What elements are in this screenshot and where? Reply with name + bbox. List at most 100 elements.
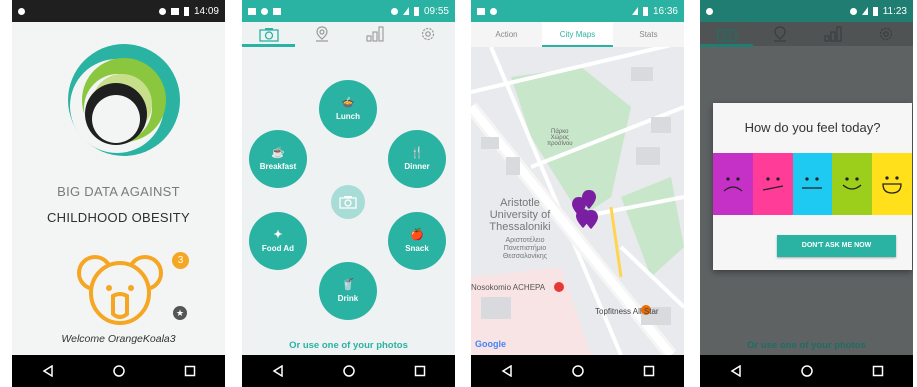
use-photos-link[interactable]: Or use one of your photos	[242, 340, 455, 351]
screen-city-map: 16:36 Action City Maps Stats Πάρκο Χώρος…	[471, 0, 684, 387]
mood-very-sad[interactable]	[713, 153, 753, 215]
tab-settings[interactable]	[402, 22, 455, 46]
tab-camera	[700, 22, 753, 46]
map-pin-icon	[315, 26, 328, 42]
status-bar: 14:09	[12, 0, 225, 22]
mood-options	[713, 153, 912, 215]
snack-icon: 🍎	[410, 228, 424, 241]
android-icon	[490, 7, 497, 15]
food-ad-button[interactable]: ✦ Food Ad	[249, 212, 307, 270]
recents-icon[interactable]	[866, 359, 890, 383]
dinner-icon: 🍴	[410, 146, 424, 159]
tab-camera[interactable]	[242, 22, 295, 46]
camera-icon	[339, 196, 357, 209]
drink-button[interactable]: 🥤 Drink	[319, 262, 377, 320]
star-badge-icon: ★	[173, 306, 187, 320]
title-line-2: CHILDHOOD OBESITY	[46, 210, 191, 225]
status-bar: 09:55	[242, 0, 455, 22]
lunch-button[interactable]: 🍲 Lunch	[319, 80, 377, 138]
park-label: Πάρκο Χώρος προσίνου	[547, 129, 573, 147]
home-icon[interactable]	[566, 359, 590, 383]
battery-icon	[872, 6, 878, 16]
title-line-1: BIG DATA AGAINST	[57, 184, 180, 199]
home-icon[interactable]	[337, 359, 361, 383]
recents-icon[interactable]	[178, 359, 202, 383]
active-tab-indicator	[700, 44, 753, 47]
tab-city-maps[interactable]: City Maps	[542, 22, 613, 47]
wifi-icon	[402, 7, 409, 15]
mood-dialog: How do you feel today? DON'T ASK ME NOW	[713, 103, 912, 270]
food-ad-label: Food Ad	[261, 243, 295, 253]
notification-badge: 3	[172, 252, 189, 269]
university-label: Aristotle University of Thessaloniki	[489, 197, 551, 233]
main-tabbar	[700, 22, 913, 46]
back-icon[interactable]	[36, 359, 60, 383]
android-navbar	[242, 355, 455, 387]
mood-sad[interactable]	[752, 153, 793, 215]
center-camera-button[interactable]	[331, 185, 365, 219]
breakfast-button[interactable]: ☕ Breakfast	[249, 130, 307, 188]
status-bar: 16:36	[471, 0, 684, 22]
battery-icon	[413, 6, 419, 16]
recents-icon[interactable]	[637, 359, 661, 383]
lunch-icon: 🍲	[341, 96, 355, 109]
tab-action[interactable]: Action	[471, 22, 542, 47]
google-logo: Google	[475, 339, 506, 349]
stats-icon	[824, 26, 842, 42]
neutral-face-icon	[802, 177, 823, 189]
home-icon[interactable]	[795, 359, 819, 383]
camera-icon	[716, 28, 737, 42]
recents-icon[interactable]	[408, 359, 432, 383]
home-icon[interactable]	[107, 359, 131, 383]
tab-map[interactable]	[295, 22, 348, 46]
main-tabbar	[242, 22, 455, 46]
university-greek-label: Αριστοτέλειο Πανεπιστήμιο Θεσσαλονίκης	[502, 237, 548, 260]
city-map[interactable]: Πάρκο Χώρος προσίνου Aristotle Universit…	[471, 47, 684, 355]
sad-face-icon	[762, 177, 783, 191]
breakfast-label: Breakfast	[259, 161, 297, 171]
top-tabs: Action City Maps Stats	[471, 22, 684, 47]
android-navbar	[12, 355, 225, 387]
tab-settings	[860, 22, 913, 46]
stats-icon	[366, 26, 384, 42]
drink-label: Drink	[337, 293, 359, 303]
very-sad-face-icon	[723, 177, 743, 192]
snack-label: Snack	[405, 243, 429, 253]
status-time: 09:55	[423, 5, 449, 17]
map-pin-icon	[773, 26, 786, 42]
back-icon[interactable]	[266, 359, 290, 383]
sync-icon	[158, 7, 166, 15]
notification-icon	[706, 7, 713, 15]
gear-icon	[422, 27, 435, 41]
dialog-title: How do you feel today?	[744, 120, 881, 135]
use-photos-link: Or use one of your photos	[747, 340, 866, 351]
status-time: 16:36	[652, 5, 678, 17]
status-bar: 11:23	[700, 0, 913, 22]
battery-icon	[183, 6, 189, 16]
tab-stats[interactable]: Stats	[613, 22, 684, 47]
notification-icon	[18, 7, 25, 15]
mood-neutral[interactable]	[792, 153, 833, 215]
koala-avatar-icon[interactable]	[75, 248, 165, 338]
message-icon	[477, 7, 485, 15]
camera-icon	[258, 27, 279, 42]
gear-icon	[880, 27, 893, 41]
location-icon	[390, 7, 398, 15]
back-icon[interactable]	[724, 359, 748, 383]
mood-happy[interactable]	[832, 153, 873, 215]
breakfast-icon: ☕	[271, 146, 285, 159]
back-icon[interactable]	[495, 359, 519, 383]
dinner-button[interactable]: 🍴 Dinner	[388, 130, 446, 188]
lunch-label: Lunch	[336, 111, 360, 121]
screen-meal-picker: 09:55 🍲 Lunch ☕ Breakfast 🍴 Dinner ✦ Foo…	[242, 0, 455, 387]
dont-ask-button[interactable]: DON'T ASK ME NOW	[777, 235, 896, 257]
mood-very-happy[interactable]	[872, 153, 912, 215]
android-navbar	[700, 355, 913, 387]
status-time: 14:09	[193, 5, 219, 17]
screen-welcome: 14:09 BIG DATA AGAINST CHILDHOOD OBESITY…	[12, 0, 225, 387]
screen-mood-dialog: 11:23 How do you feel today? DON'T ASK M…	[700, 0, 913, 387]
snack-button[interactable]: 🍎 Snack	[388, 212, 446, 270]
tab-stats	[807, 22, 860, 46]
message-icon	[248, 7, 256, 15]
tab-stats[interactable]	[349, 22, 402, 46]
